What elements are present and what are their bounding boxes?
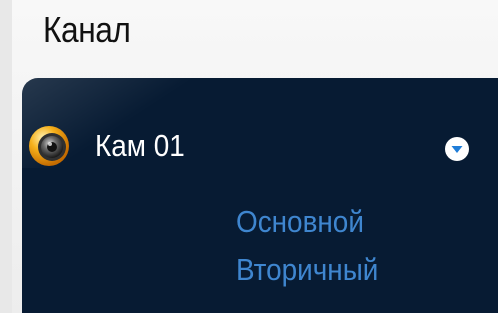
section-title: Канал xyxy=(43,9,131,50)
left-strip xyxy=(0,0,12,313)
channel-panel-frame: Канал Кам 01 Основной Вторичный xyxy=(0,0,498,313)
channel-panel: Кам 01 Основной Вторичный xyxy=(22,78,498,313)
stream-main-link[interactable]: Основной xyxy=(236,198,378,246)
chevron-down-icon[interactable] xyxy=(444,136,470,162)
channel-label: Кам 01 xyxy=(95,128,185,163)
camera-icon xyxy=(29,126,69,166)
stream-list: Основной Вторичный xyxy=(236,198,394,294)
stream-secondary-link[interactable]: Вторичный xyxy=(236,246,378,294)
channel-row-cam-01[interactable]: Кам 01 xyxy=(22,122,498,174)
